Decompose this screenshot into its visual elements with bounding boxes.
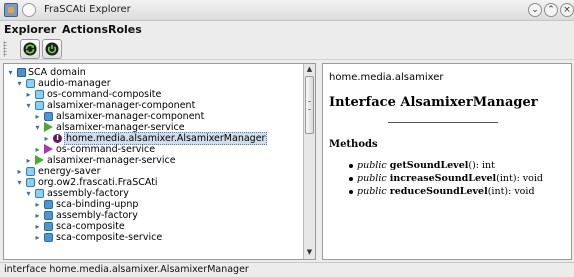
folder-icon	[26, 167, 35, 176]
method-params: ()	[468, 160, 476, 171]
method-return: : void	[508, 186, 535, 197]
explorer-window: FraSCAti Explorer ⌄ ⌃ × Explorer Actions…	[0, 0, 574, 277]
reference-icon	[44, 144, 53, 154]
tree-label: os-command-service	[56, 144, 156, 155]
close-icon[interactable]: ×	[560, 3, 574, 17]
tree-label: SCA domain	[28, 67, 86, 78]
menu-actions[interactable]: Actions	[62, 23, 108, 36]
expanded-twisty-icon[interactable]: ▾	[15, 178, 24, 187]
method-name: increaseSoundLevel	[389, 173, 497, 184]
folder-icon	[35, 101, 44, 110]
expanded-twisty-icon[interactable]: ▾	[15, 79, 24, 88]
tree-label: os-command-composite	[47, 89, 162, 100]
method-item: public getSoundLevel(): int	[349, 160, 495, 171]
component-icon	[44, 200, 53, 209]
method-item: public increaseSoundLevel(int): void	[349, 173, 543, 184]
expanded-twisty-icon[interactable]: ▾	[24, 101, 33, 110]
collapsed-twisty-icon[interactable]: ▸	[33, 145, 42, 154]
interface-title: Interface AlsamixerManager	[329, 95, 538, 110]
methods-heading: Methods	[329, 139, 378, 150]
expanded-twisty-icon[interactable]: ▾	[33, 123, 42, 132]
tree-scrollbar[interactable]: ▲ ▼	[303, 64, 315, 259]
bullet-icon	[349, 189, 353, 194]
scrollbar-thumb[interactable]	[305, 76, 314, 134]
component-icon	[44, 222, 53, 231]
tree-label: org.ow2.frascati.FraSCAti	[38, 177, 158, 188]
interface-icon: I	[53, 134, 62, 143]
window-menu-icon[interactable]	[22, 3, 36, 17]
status-text: interface home.media.alsamixer.Alsamixer…	[4, 264, 249, 275]
method-return: : void	[516, 173, 543, 184]
component-icon	[44, 211, 53, 220]
method-params: (int)	[496, 173, 517, 184]
menu-explorer[interactable]: Explorer	[4, 23, 56, 36]
collapsed-twisty-icon[interactable]: ▸	[33, 233, 42, 242]
refresh-icon	[23, 42, 37, 56]
tree-label: sca-composite-service	[56, 232, 163, 243]
component-tree[interactable]: ▾ SCA domain ▾ audio-manager ▸ os-comman…	[3, 63, 316, 260]
component-icon	[44, 112, 53, 121]
tree-label: sca-composite	[56, 221, 125, 232]
menu-bar: Explorer Actions Roles	[0, 21, 574, 38]
method-name: reduceSoundLevel	[389, 186, 488, 197]
collapsed-twisty-icon[interactable]: ▸	[33, 112, 42, 121]
tree-label: energy-saver	[38, 166, 101, 177]
tree-label: alsamixer-manager-component	[56, 111, 205, 122]
title-bar: FraSCAti Explorer ⌄ ⌃ ×	[0, 0, 574, 21]
expanded-twisty-icon[interactable]: ▾	[6, 68, 15, 77]
method-modifier: public	[357, 186, 387, 197]
tree-label: assembly-factory	[56, 210, 138, 221]
collapsed-twisty-icon[interactable]: ▸	[15, 167, 24, 176]
refresh-button[interactable]	[20, 39, 40, 59]
panel-splitter[interactable]	[318, 63, 321, 260]
component-icon	[44, 233, 53, 242]
service-icon	[44, 122, 53, 132]
power-icon	[45, 42, 59, 56]
toolbar-grip[interactable]	[3, 41, 7, 57]
expanded-twisty-icon[interactable]: ▾	[24, 189, 33, 198]
method-modifier: public	[357, 173, 387, 184]
collapsed-twisty-icon[interactable]: ▸	[33, 211, 42, 220]
method-params: (int)	[487, 186, 509, 197]
method-name: getSoundLevel	[389, 160, 469, 171]
service-icon	[35, 155, 44, 165]
collapsed-twisty-icon[interactable]: ▸	[24, 90, 33, 99]
folder-icon	[35, 90, 44, 99]
tree-label: alsamixer-manager-service	[47, 155, 176, 166]
toolbar	[0, 38, 574, 60]
method-return: : int	[475, 160, 495, 171]
folder-icon	[26, 79, 35, 88]
scroll-down-icon[interactable]: ▼	[304, 247, 315, 258]
tree-label: assembly-factory	[47, 188, 129, 199]
bullet-icon	[349, 176, 353, 181]
detail-panel: home.media.alsamixer Interface Alsamixer…	[322, 63, 572, 260]
status-bar: interface home.media.alsamixer.Alsamixer…	[0, 262, 574, 277]
menu-roles[interactable]: Roles	[108, 23, 142, 36]
method-item: public reduceSoundLevel(int): void	[349, 186, 535, 197]
method-modifier: public	[357, 160, 387, 171]
collapsed-twisty-icon[interactable]: ▸	[42, 134, 51, 143]
collapsed-twisty-icon[interactable]: ▸	[33, 222, 42, 231]
minimize-icon[interactable]: ⌄	[528, 3, 542, 17]
app-icon	[4, 3, 18, 17]
tree-label: sca-binding-upnp	[56, 199, 139, 210]
maximize-icon[interactable]: ⌃	[544, 3, 558, 17]
tree-label: audio-manager	[38, 78, 111, 89]
package-path: home.media.alsamixer	[329, 72, 444, 83]
collapsed-twisty-icon[interactable]: ▸	[33, 200, 42, 209]
bullet-icon	[349, 163, 353, 168]
scroll-up-icon[interactable]: ▲	[304, 64, 315, 75]
tree-label: alsamixer-manager-component	[47, 100, 196, 111]
collapsed-twisty-icon[interactable]: ▸	[24, 156, 33, 165]
window-title: FraSCAti Explorer	[44, 4, 131, 15]
folder-icon	[35, 189, 44, 198]
title-divider	[388, 122, 498, 123]
domain-icon	[17, 68, 26, 77]
folder-icon	[26, 178, 35, 187]
power-button[interactable]	[42, 39, 62, 59]
